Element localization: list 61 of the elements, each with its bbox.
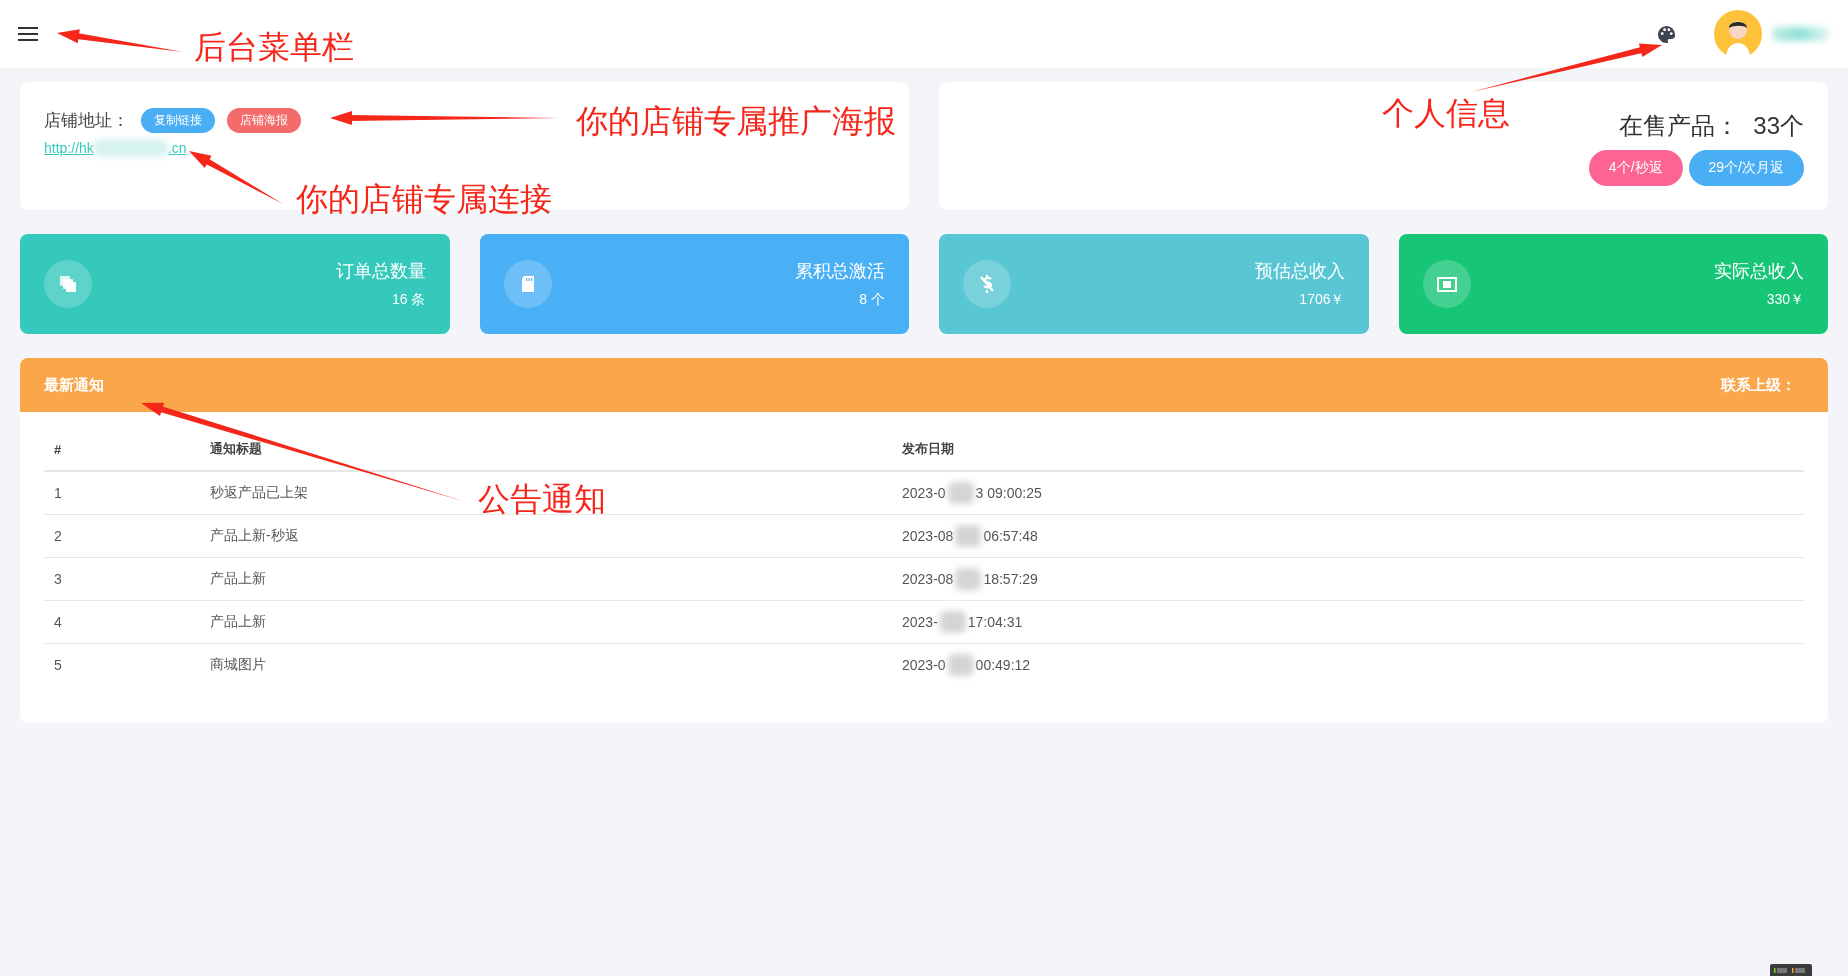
- table-cell: 产品上新-秒返: [210, 527, 299, 543]
- annotation-text: 你的店铺专属推广海报: [576, 104, 896, 140]
- stat-title: 实际总收入: [1714, 260, 1804, 283]
- date-text: 2023-: [902, 614, 938, 630]
- table-cell: 1: [54, 485, 62, 501]
- date-text: 2023-08: [902, 571, 954, 587]
- table-cell: 4: [54, 614, 62, 630]
- redaction-blur: [955, 568, 982, 590]
- stat-title: 预估总收入: [1254, 260, 1345, 283]
- annotation-text: 公告通知: [478, 482, 606, 518]
- stat-title: 累积总激活: [795, 260, 885, 283]
- date-text: 17:04:31: [967, 614, 1023, 630]
- stat-value: 16 条: [392, 291, 426, 309]
- table-cell: 产品上新: [210, 613, 266, 629]
- palette-icon[interactable]: [1657, 24, 1676, 44]
- copy-icon: [44, 260, 92, 308]
- table-cell: 产品上新: [210, 570, 266, 586]
- meter-widget-icon: [1770, 964, 1812, 976]
- date-text: 2023-0: [902, 485, 946, 501]
- column-header: #: [54, 441, 62, 457]
- product-tag-button[interactable]: 4个/秒返: [1588, 150, 1683, 186]
- stat-value: 1706￥: [1299, 291, 1345, 309]
- notice-title: 最新通知: [44, 375, 104, 395]
- store-link[interactable]: http://hk: [44, 140, 94, 156]
- product-tag-button[interactable]: 29个/次月返: [1688, 150, 1804, 186]
- store-action-button[interactable]: 店铺海报: [227, 108, 301, 133]
- store-action-button[interactable]: 复制链接: [141, 108, 215, 133]
- column-header: 发布日期: [902, 441, 954, 456]
- table-cell: 商城图片: [210, 656, 266, 672]
- sd-card-icon: [503, 260, 552, 308]
- redaction-blur: [947, 482, 974, 504]
- stat-title: 订单总数量: [335, 260, 426, 283]
- contact-label: 联系上级：: [1721, 375, 1796, 395]
- redaction-blur: [955, 525, 982, 547]
- store-address-label: 店铺地址：: [44, 110, 129, 132]
- redaction-blur: [947, 654, 974, 676]
- annotation-text: 后台菜单栏: [194, 30, 354, 66]
- date-text: 06:57:48: [983, 528, 1038, 544]
- date-text: 18:57:29: [983, 571, 1038, 587]
- annotation-text: 个人信息: [1382, 96, 1510, 132]
- date-text: 2023-0: [902, 657, 946, 673]
- money-bill-icon: [1422, 260, 1471, 308]
- redaction-blur: [939, 611, 966, 633]
- table-cell: 秒返产品已上架: [210, 484, 308, 500]
- stat-value: 8 个: [859, 291, 885, 309]
- date-text: 00:49:12: [975, 657, 1031, 673]
- stat-value: 330￥: [1766, 291, 1804, 309]
- avatar-icon[interactable]: [1714, 10, 1762, 58]
- products-count: 33个: [1753, 111, 1804, 141]
- date-text: 3 09:00:25: [975, 485, 1042, 501]
- redaction-blur: [1772, 27, 1830, 41]
- store-link[interactable]: .cn: [167, 140, 187, 156]
- table-cell: 2: [54, 528, 62, 544]
- menu-icon[interactable]: [18, 26, 38, 42]
- products-label: 在售产品：: [1619, 111, 1740, 141]
- column-header: 通知标题: [210, 441, 262, 456]
- date-text: 2023-08: [902, 528, 954, 544]
- table-cell: 3: [54, 571, 62, 587]
- no-dollar-icon: [963, 260, 1011, 308]
- table-cell: 5: [54, 657, 62, 673]
- annotation-text: 你的店铺专属连接: [296, 182, 552, 218]
